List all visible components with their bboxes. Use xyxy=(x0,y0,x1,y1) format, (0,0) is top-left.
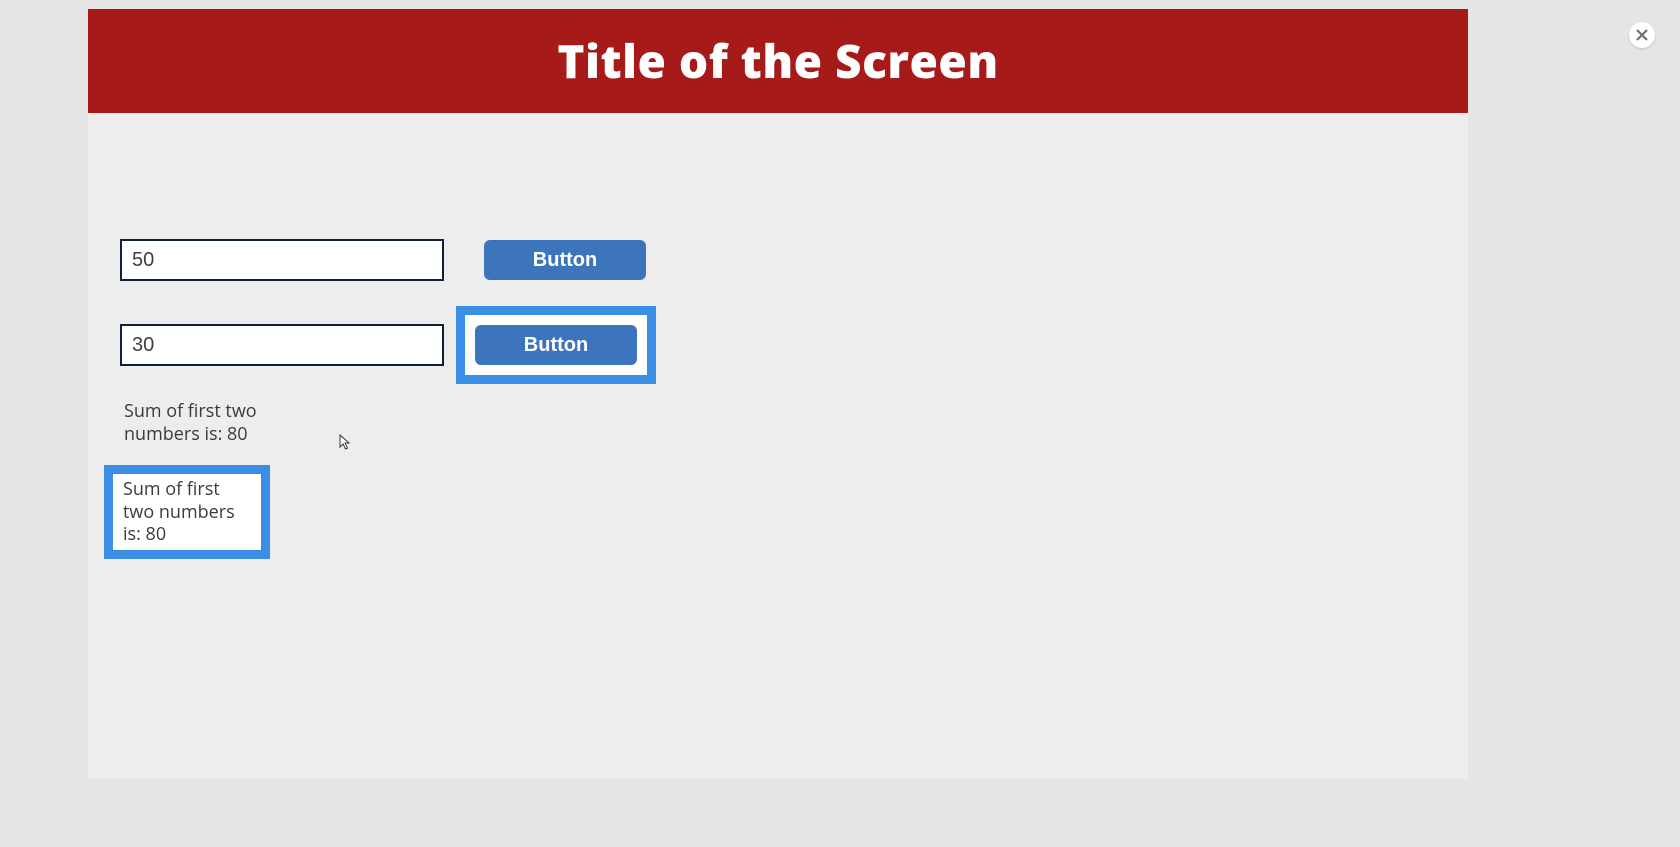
button-2[interactable]: Button xyxy=(475,325,637,365)
first-number-input[interactable] xyxy=(120,239,444,281)
close-button[interactable] xyxy=(1629,22,1655,48)
sum-result-highlight-wrap: Sum of first two numbers is: 80 xyxy=(104,465,270,559)
sum-result-value: 80 xyxy=(227,422,248,446)
mouse-cursor-icon xyxy=(339,433,351,449)
close-icon xyxy=(1635,28,1649,42)
screen-panel: Title of the Screen Button Button Sum of… xyxy=(88,9,1468,779)
second-number-input[interactable] xyxy=(120,324,444,366)
button2-highlight-wrap: Button xyxy=(456,306,656,384)
page-title: Title of the Screen xyxy=(557,30,998,92)
sum-result-label-hl: Sum of first two numbers is: xyxy=(123,477,235,546)
sum-result-text: Sum of first two numbers is: 80 xyxy=(124,400,274,445)
sum-result-value-hl: 80 xyxy=(146,522,167,546)
header-bar: Title of the Screen xyxy=(88,9,1468,113)
button-1[interactable]: Button xyxy=(484,240,646,280)
input-row-1: Button xyxy=(120,230,656,290)
button1-wrap: Button xyxy=(474,230,656,290)
content-area: Button Button Sum of first two numbers i… xyxy=(88,113,1468,779)
input-row-2: Button xyxy=(120,306,656,384)
sum-result-text-highlighted: Sum of first two numbers is: 80 xyxy=(123,478,253,546)
